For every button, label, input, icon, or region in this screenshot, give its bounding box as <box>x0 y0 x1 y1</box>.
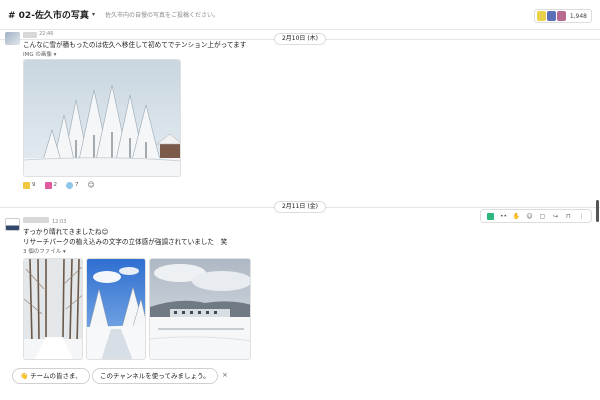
message: 22:46 こんなに雪が積もったのは佐久へ移住して初めてでテンション上がってます… <box>0 30 600 195</box>
message-time[interactable]: 22:46 <box>39 31 53 37</box>
suggestion-chip-use-channel[interactable]: このチャンネルを使ってみましょう。 <box>92 368 218 384</box>
message-text-line2: リサーチパークの植え込みの文字の立体感が強調されていました 笑 <box>23 238 228 246</box>
channel-header: # 02-佐久市の写真 ▾ 佐久市内の自慢の写真をご投稿ください。 1,948 <box>0 0 600 30</box>
avatar <box>556 11 566 21</box>
snowy-tree-path-photo[interactable] <box>23 258 83 360</box>
avatar <box>536 11 546 21</box>
user-name[interactable] <box>23 32 37 38</box>
research-park-snow-photo[interactable] <box>149 258 251 360</box>
user-name[interactable] <box>23 217 49 223</box>
message: 12:03 すっかり晴れてきましたね😊 リサーチパークの植え込みの文字の立体感が… <box>0 215 600 360</box>
snow-trees-blue-sky-photo[interactable] <box>86 258 146 360</box>
scrollbar-thumb[interactable] <box>596 200 599 222</box>
reaction-heart[interactable]: 2 <box>44 181 57 189</box>
suggestion-chip-greeting[interactable]: 👋 チームの皆さま、 <box>12 368 90 384</box>
reaction-bar: 9 2 7 ☺ <box>23 181 104 189</box>
chevron-down-icon[interactable]: ▾ <box>92 11 95 18</box>
message-text-line1: すっかり晴れてきましたね😊 <box>23 228 109 236</box>
channel-title[interactable]: # 02-佐久市の写真 <box>8 8 89 21</box>
sparkle-icon <box>66 181 73 189</box>
avatar[interactable] <box>5 32 20 45</box>
files-label[interactable]: 3 個のファイル ▾ <box>23 247 66 255</box>
member-list-button[interactable]: 1,948 <box>533 9 592 23</box>
add-emoji-icon: ☺ <box>87 181 95 189</box>
close-icon[interactable]: × <box>222 371 228 379</box>
add-reaction-button[interactable]: ☺ <box>88 181 95 189</box>
attachment-label[interactable]: IMG の画像 ▾ <box>23 50 56 58</box>
message-time[interactable]: 12:03 <box>52 219 66 225</box>
reaction-thumbs-up[interactable]: 9 <box>23 181 36 189</box>
member-count: 1,948 <box>569 12 587 20</box>
heart-icon <box>44 181 52 189</box>
avatar <box>546 11 556 21</box>
thumbs-up-icon <box>23 181 30 189</box>
composer-suggestions: 👋 チームの皆さま、 このチャンネルを使ってみましょう。 × <box>0 362 600 392</box>
message-text: こんなに雪が積もったのは佐久へ移住して初めてでテンション上がってます <box>23 41 247 49</box>
snow-forest-photo[interactable] <box>23 59 181 177</box>
reaction-sparkle[interactable]: 7 <box>66 181 79 189</box>
channel-topic: 佐久市内の自慢の写真をご投稿ください。 <box>104 12 219 19</box>
avatar[interactable] <box>5 218 20 231</box>
date-pill[interactable]: 2月11日 (金) <box>274 201 326 213</box>
